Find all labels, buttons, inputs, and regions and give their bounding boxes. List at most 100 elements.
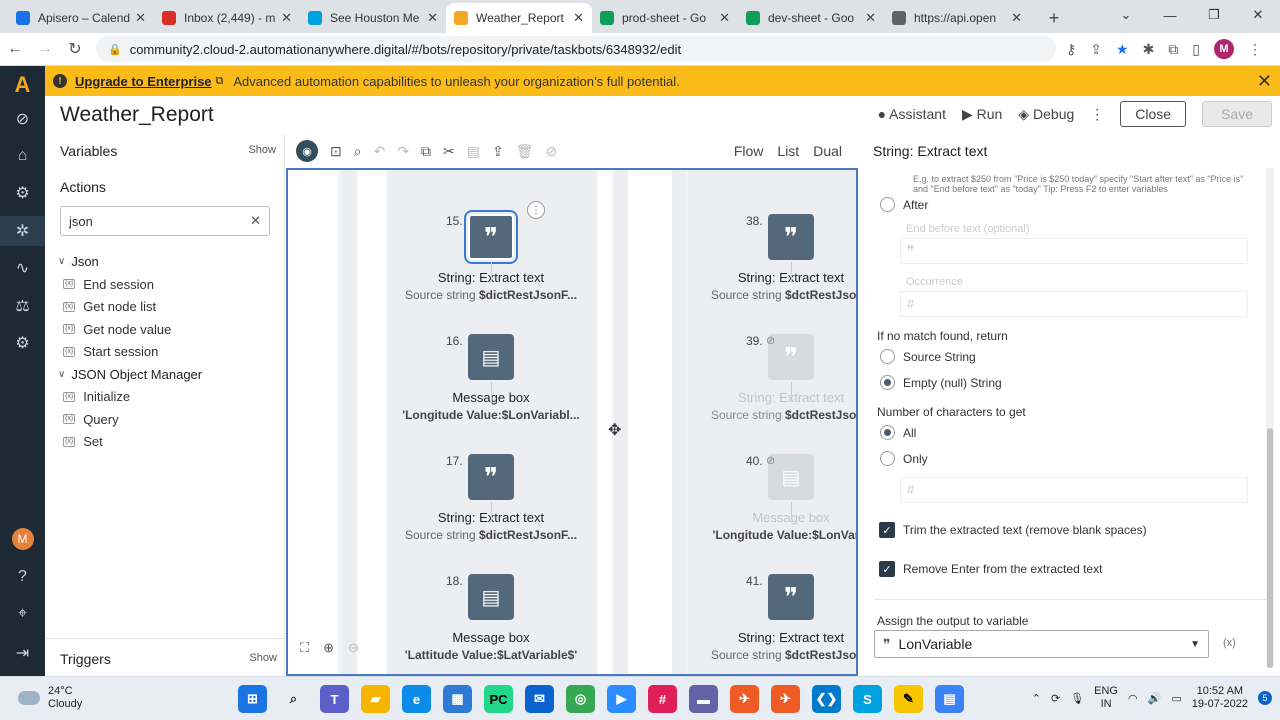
close-tab-icon[interactable]: ✕ — [135, 10, 146, 26]
flow-node[interactable]: 41. ❞ String: Extract text Source string $d… — [688, 538, 856, 662]
key-icon[interactable]: ⚷ — [1066, 41, 1076, 58]
action-item[interactable]: {x} Get node list — [63, 299, 156, 314]
all-radio[interactable]: All — [880, 425, 916, 440]
view-dual-tab[interactable]: Dual — [813, 143, 842, 159]
sidebar-icon[interactable]: ▯ — [1192, 41, 1200, 58]
sync-icon[interactable]: ⟳ — [1051, 692, 1060, 705]
automation-anywhere-logo-icon[interactable]: A — [0, 70, 45, 100]
browser-tab[interactable]: prod-sheet - Go ✕ — [592, 3, 738, 33]
app-icon[interactable]: ▬ — [689, 685, 718, 713]
cut-icon[interactable]: ✂ — [443, 143, 455, 160]
message-box-icon[interactable]: ▤ — [468, 334, 514, 380]
close-banner-icon[interactable]: ✕ — [1257, 71, 1272, 92]
file-explorer-icon[interactable]: ▰ — [361, 685, 390, 713]
after-radio[interactable]: After — [880, 197, 928, 212]
user-avatar[interactable]: M — [0, 524, 45, 554]
only-radio[interactable]: Only — [880, 451, 928, 466]
volume-icon[interactable]: 🔊 — [1148, 692, 1162, 705]
end-before-input[interactable]: ❞ — [900, 238, 1248, 264]
search-icon[interactable]: ⌕ — [354, 143, 362, 160]
node-menu-icon[interactable]: ⋮ — [527, 201, 545, 219]
close-tab-icon[interactable]: ✕ — [427, 10, 438, 26]
paste-icon[interactable]: ▤ — [467, 143, 480, 160]
flow-node[interactable]: 16. ▤ Message box 'Longitude Value:$LonVar… — [388, 298, 588, 422]
restore-icon[interactable]: ❐ — [1192, 0, 1236, 30]
fullscreen-icon[interactable]: ⛶ — [300, 640, 309, 656]
source-string-radio[interactable]: Source String — [880, 349, 976, 364]
close-tab-icon[interactable]: ✕ — [281, 10, 292, 26]
vscode-icon[interactable]: ❮❯ — [812, 685, 841, 713]
action-item[interactable]: {x} Set — [63, 434, 103, 449]
calculator-icon[interactable]: ▤ — [935, 685, 964, 713]
puzzle-icon[interactable]: ⧉ — [1168, 41, 1178, 58]
occurrence-input[interactable]: # — [900, 291, 1248, 317]
only-count-input[interactable]: # — [900, 477, 1248, 503]
start-icon[interactable]: ⊞ — [238, 685, 267, 713]
action-group[interactable]: ∨ Json — [58, 254, 99, 269]
variables-show-button[interactable]: Show — [248, 144, 276, 156]
close-tab-icon[interactable]: ✕ — [865, 10, 876, 26]
redo-icon[interactable]: ↷ — [397, 143, 409, 160]
postman-icon[interactable]: ✈ — [771, 685, 800, 713]
export-icon[interactable]: ⇪ — [492, 143, 504, 160]
message-box-icon[interactable]: ▤ — [468, 574, 514, 620]
notification-badge[interactable]: 5 — [1258, 691, 1272, 705]
upgrade-link[interactable]: Upgrade to Enterprise — [75, 74, 212, 89]
flow-node[interactable]: 39. ❞ ⊘ String: Extract text Source string $… — [688, 298, 856, 422]
close-tab-icon[interactable]: ✕ — [719, 10, 730, 26]
triggers-show-button[interactable]: Show — [249, 652, 277, 664]
close-button[interactable]: Close — [1120, 101, 1187, 127]
disable-icon[interactable]: ⊘ — [546, 143, 558, 160]
browser-tab[interactable]: Inbox (2,449) - m ✕ — [154, 3, 300, 33]
administration-icon[interactable]: ⚙ — [0, 328, 45, 358]
slack-icon[interactable]: # — [648, 685, 677, 713]
record-icon[interactable]: ◉ — [296, 140, 318, 162]
close-window-icon[interactable]: ✕ — [1236, 0, 1280, 30]
quote-icon[interactable]: ❞ — [768, 214, 814, 260]
debug-button[interactable]: ◈ Debug — [1018, 106, 1074, 123]
clear-search-icon[interactable]: ✕ — [250, 213, 261, 229]
copy-icon[interactable]: ⧉ — [421, 143, 431, 160]
reload-icon[interactable]: ↻ — [60, 39, 90, 59]
flow-canvas[interactable]: 15. ❞ ⋮ String: Extract text Source string $… — [286, 168, 858, 676]
share-icon[interactable]: ⇪ — [1090, 41, 1102, 58]
browser-menu-icon[interactable]: ⋮ — [1248, 41, 1262, 58]
browser-tab[interactable]: https://api.open ✕ — [884, 3, 1030, 33]
browser-tab[interactable]: dev-sheet - Goo ✕ — [738, 3, 884, 33]
view-list-tab[interactable]: List — [777, 143, 799, 159]
properties-scrollbar[interactable] — [1266, 168, 1274, 668]
action-item[interactable]: {x} Get node value — [63, 322, 171, 337]
url-field[interactable]: 🔒 community2.cloud-2.automationanywhere.… — [96, 36, 1056, 62]
flow-node[interactable]: 15. ❞ ⋮ String: Extract text Source string $… — [388, 178, 588, 302]
location-icon[interactable]: ⌖ — [0, 599, 45, 629]
explore-icon[interactable]: ⊘ — [0, 104, 45, 134]
battery-icon[interactable]: ▭ — [1171, 692, 1181, 705]
mail-icon[interactable]: ✉ — [525, 685, 554, 713]
empty-string-radio[interactable]: Empty (null) String — [880, 375, 1002, 390]
notes-icon[interactable]: ✎ — [894, 685, 923, 713]
search-taskbar-icon[interactable]: ⌕ — [279, 685, 308, 713]
language-indicator[interactable]: ENG IN — [1094, 685, 1118, 711]
browser-tab[interactable]: Weather_Report ✕ — [446, 3, 592, 33]
chrome-icon[interactable]: ◎ — [566, 685, 595, 713]
automation-icon[interactable]: ✲ — [0, 216, 45, 246]
more-options-icon[interactable]: ⋮ — [1090, 106, 1104, 123]
manage-icon[interactable]: ⚖ — [0, 291, 45, 321]
teams-icon[interactable]: T — [320, 685, 349, 713]
expand-icon[interactable]: ⇥ — [0, 638, 45, 668]
action-item[interactable]: {x} Start session — [63, 344, 158, 359]
weather-widget[interactable]: 24°C Cloudy — [18, 685, 82, 711]
bot-icon[interactable]: ⚙ — [0, 178, 45, 208]
run-button[interactable]: ▶ Run — [962, 106, 1002, 123]
forward-icon[interactable]: → — [30, 40, 60, 58]
zoom-fit-icon[interactable]: ⊡ — [330, 143, 342, 160]
action-group[interactable]: ∨ JSON Object Manager — [58, 367, 202, 382]
help-icon[interactable]: ? — [0, 562, 45, 592]
tab-search-icon[interactable]: ⌄ — [1104, 0, 1148, 30]
zoom-out-icon[interactable]: ⊖ — [348, 640, 359, 656]
zoom-icon[interactable]: ▶ — [607, 685, 636, 713]
new-tab-button[interactable]: + — [1040, 3, 1068, 33]
action-item[interactable]: {x} End session — [63, 277, 154, 292]
browser-tab[interactable]: See Houston Me ✕ — [300, 3, 446, 33]
flow-node[interactable]: 17. ❞ String: Extract text Source string $d… — [388, 418, 588, 542]
